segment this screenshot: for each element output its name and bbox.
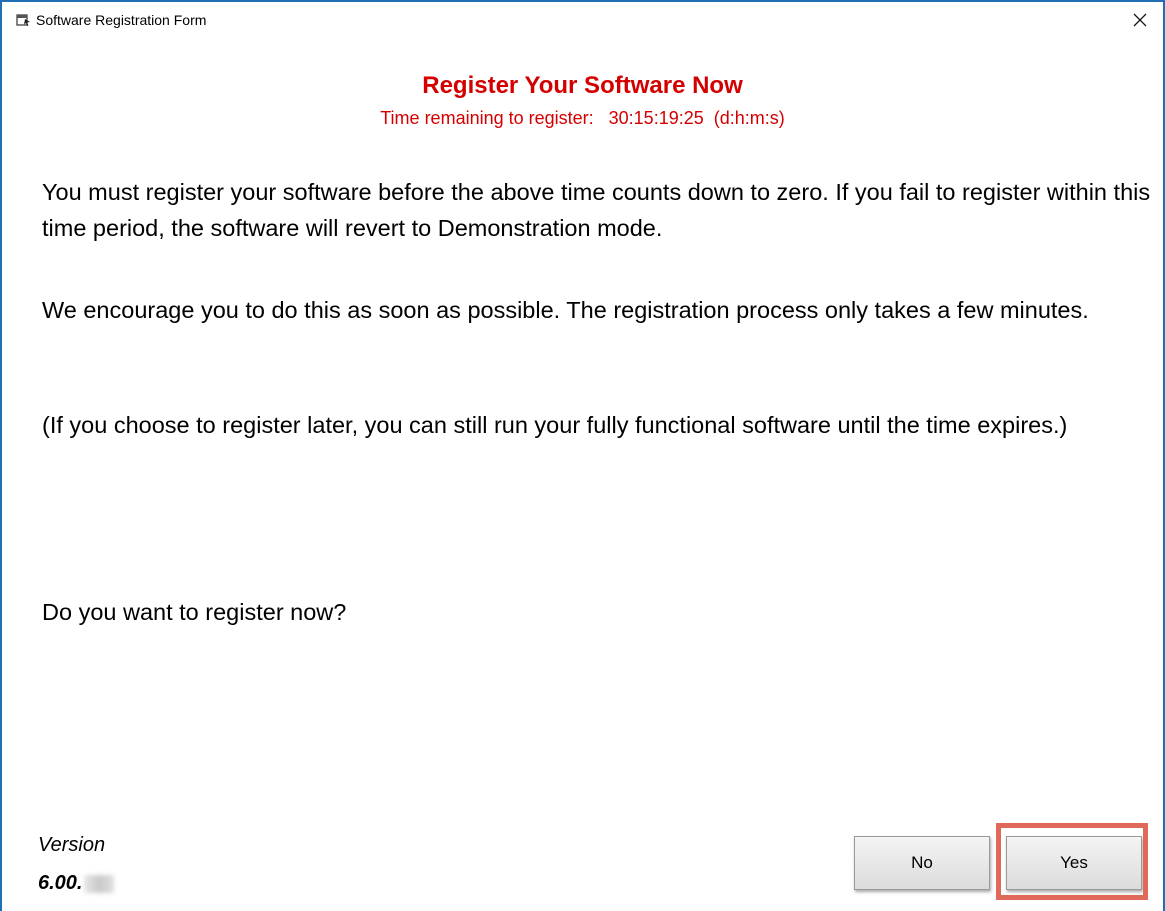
register-question: Do you want to register now? [42,599,347,625]
time-remaining: Time remaining to register: 30:15:19:25 … [380,108,785,128]
version-label: Version [38,834,106,856]
encouragement-text: We encourage you to do this as soon as p… [42,297,1089,323]
register-later-text: (If you choose to register later, you ca… [42,412,1068,438]
window-title: Software Registration Form [36,12,207,28]
title-bar[interactable]: Software Registration Form [2,2,1163,38]
page-title: Register Your Software Now [422,72,743,99]
version-redaction [84,874,115,893]
form-icon [16,14,30,26]
version-number: 6.00. [38,872,115,895]
version-value: 6.00. [38,872,83,894]
yes-button[interactable]: Yes [1006,836,1142,890]
close-icon [1133,13,1147,27]
close-button[interactable] [1117,2,1163,38]
registration-notice: You must register your software before t… [42,179,1151,241]
registration-window: Software Registration Form Register Your… [0,0,1165,911]
no-button[interactable]: No [854,836,990,890]
